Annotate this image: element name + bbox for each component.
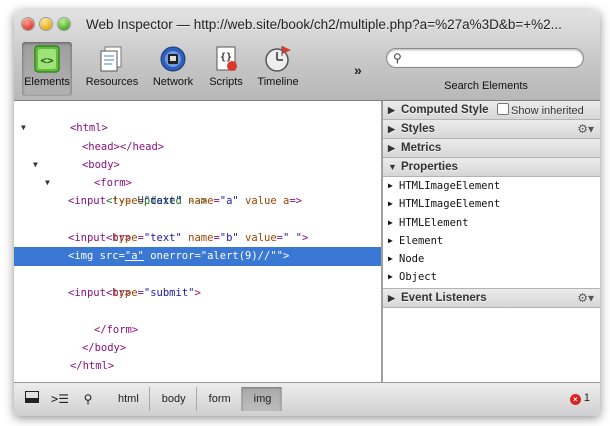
gear-icon[interactable]: ⚙▾: [577, 289, 594, 307]
tab-timeline-label: Timeline: [257, 76, 299, 88]
breadcrumb-item[interactable]: html: [106, 387, 150, 411]
search-input[interactable]: [409, 50, 579, 66]
console-button[interactable]: >☰: [50, 389, 70, 409]
breadcrumb: html body form img: [106, 387, 283, 411]
dom-node-body-close[interactable]: </body>: [14, 321, 381, 354]
show-inherited-checkbox[interactable]: Show inherited: [497, 102, 584, 120]
error-count: 1: [583, 392, 590, 404]
more-tools-chevron-icon[interactable]: »: [354, 62, 362, 78]
disclosure-right-icon[interactable]: ▶: [388, 232, 393, 250]
dom-node-html-close[interactable]: </html>: [14, 339, 381, 372]
timeline-icon: [262, 44, 294, 74]
tab-network[interactable]: Network: [148, 42, 198, 96]
search-icon: ⚲: [393, 51, 402, 65]
disclosure-right-icon[interactable]: ▶: [388, 268, 393, 286]
disclosure-right-icon: ▶: [388, 292, 395, 303]
search-area: ⚲ Search Elements: [386, 48, 586, 92]
close-window-button[interactable]: [22, 18, 34, 30]
disclosure-right-icon[interactable]: ▶: [388, 177, 393, 195]
dom-node-comment[interactable]: <!-- Updated -->: [14, 174, 381, 207]
resources-icon: [96, 44, 128, 74]
search-icon: ⚲: [83, 392, 93, 406]
section-properties[interactable]: ▼ Properties: [383, 158, 600, 177]
section-event-listeners[interactable]: ▶ Event Listeners ⚙▾: [383, 287, 600, 308]
tab-resources[interactable]: Resources: [84, 42, 140, 96]
dom-node-html[interactable]: ▼ <html>: [14, 101, 381, 134]
disclosure-right-icon[interactable]: ▶: [388, 214, 393, 232]
dom-node-input-b[interactable]: <input type="text" name="b" value=" ">: [14, 229, 381, 247]
property-item[interactable]: ▶ HTMLImageElement: [383, 195, 600, 213]
dom-node-input-submit[interactable]: <input type="submit">: [14, 284, 381, 302]
inspector-window: Web Inspector — http://web.site/book/ch2…: [14, 10, 600, 416]
dom-node-img-selected[interactable]: <img src="a" onerror="alert(9)//"">: [14, 247, 381, 266]
dom-node-form-close[interactable]: </form>: [14, 302, 381, 336]
section-metrics[interactable]: ▶ Metrics: [383, 139, 600, 158]
tab-network-label: Network: [152, 76, 194, 88]
section-computed-style[interactable]: ▶ Computed Style Show inherited: [383, 101, 600, 120]
dom-node-head[interactable]: <head></head>: [14, 119, 381, 153]
elements-icon: <>: [31, 44, 63, 74]
dom-tree[interactable]: ▼ <html> <head></head> ▼ <body> ▼ <form> <!…: [14, 101, 381, 382]
property-item[interactable]: ▶ Object: [383, 268, 600, 286]
network-icon: [157, 44, 189, 74]
search-label: Search Elements: [444, 80, 528, 92]
dock-toggle-button[interactable]: [22, 389, 42, 409]
sidebar: ▶ Computed Style Show inherited ▶ Styles…: [383, 101, 600, 382]
zoom-window-button[interactable]: [58, 18, 70, 30]
property-item[interactable]: ▶ Node: [383, 250, 600, 268]
window-controls: [22, 18, 70, 30]
status-bar: >☰ ⚲ html body form img × 1: [14, 382, 600, 416]
dom-node-br[interactable]: <br>: [14, 211, 381, 244]
toolbar: <> Elements Resources Network {} Scripts…: [14, 40, 600, 100]
error-icon: ×: [569, 394, 581, 405]
property-item[interactable]: ▶ Element: [383, 232, 600, 250]
tab-resources-label: Resources: [85, 76, 139, 88]
dom-node-form[interactable]: ▼ <form>: [14, 156, 381, 189]
dock-icon: [25, 391, 39, 403]
scripts-icon: {}: [210, 44, 242, 74]
checkbox-icon[interactable]: [497, 103, 509, 115]
breadcrumb-item-selected[interactable]: img: [241, 387, 283, 411]
tab-scripts-label: Scripts: [209, 76, 243, 88]
property-item[interactable]: ▶ HTMLElement: [383, 214, 600, 232]
minimize-window-button[interactable]: [40, 18, 52, 30]
tab-elements-label: Elements: [24, 76, 70, 88]
disclosure-right-icon[interactable]: ▶: [388, 250, 393, 268]
console-icon: >☰: [51, 392, 69, 406]
tab-timeline[interactable]: Timeline: [252, 42, 304, 96]
window-title: Web Inspector — http://web.site/book/ch2…: [86, 17, 562, 32]
error-count-badge[interactable]: × 1: [569, 392, 590, 405]
title-bar: Web Inspector — http://web.site/book/ch2…: [14, 10, 600, 101]
section-styles[interactable]: ▶ Styles ⚙▾: [383, 120, 600, 139]
svg-text:<>: <>: [40, 54, 54, 67]
breadcrumb-item[interactable]: body: [150, 387, 197, 411]
tab-elements[interactable]: <> Elements: [22, 42, 72, 96]
search-box[interactable]: ⚲: [386, 48, 584, 68]
gear-icon[interactable]: ⚙▾: [577, 120, 594, 138]
tab-scripts[interactable]: {} Scripts: [204, 42, 248, 96]
disclosure-right-icon: ▶: [388, 105, 395, 115]
dom-node-input-a[interactable]: <input type="text" name="a" value a=>: [14, 192, 381, 210]
disclosure-right-icon: ▶: [388, 124, 395, 134]
disclosure-right-icon[interactable]: ▶: [388, 195, 393, 213]
disclosure-right-icon: ▶: [388, 143, 395, 153]
breadcrumb-item[interactable]: form: [197, 387, 242, 411]
dom-node-body[interactable]: ▼ <body>: [14, 138, 381, 171]
disclosure-down-icon: ▼: [388, 162, 397, 172]
property-item[interactable]: ▶ HTMLImageElement: [383, 177, 600, 195]
dom-node-br[interactable]: <br>: [14, 266, 381, 299]
inspect-search-button[interactable]: ⚲: [78, 389, 98, 409]
